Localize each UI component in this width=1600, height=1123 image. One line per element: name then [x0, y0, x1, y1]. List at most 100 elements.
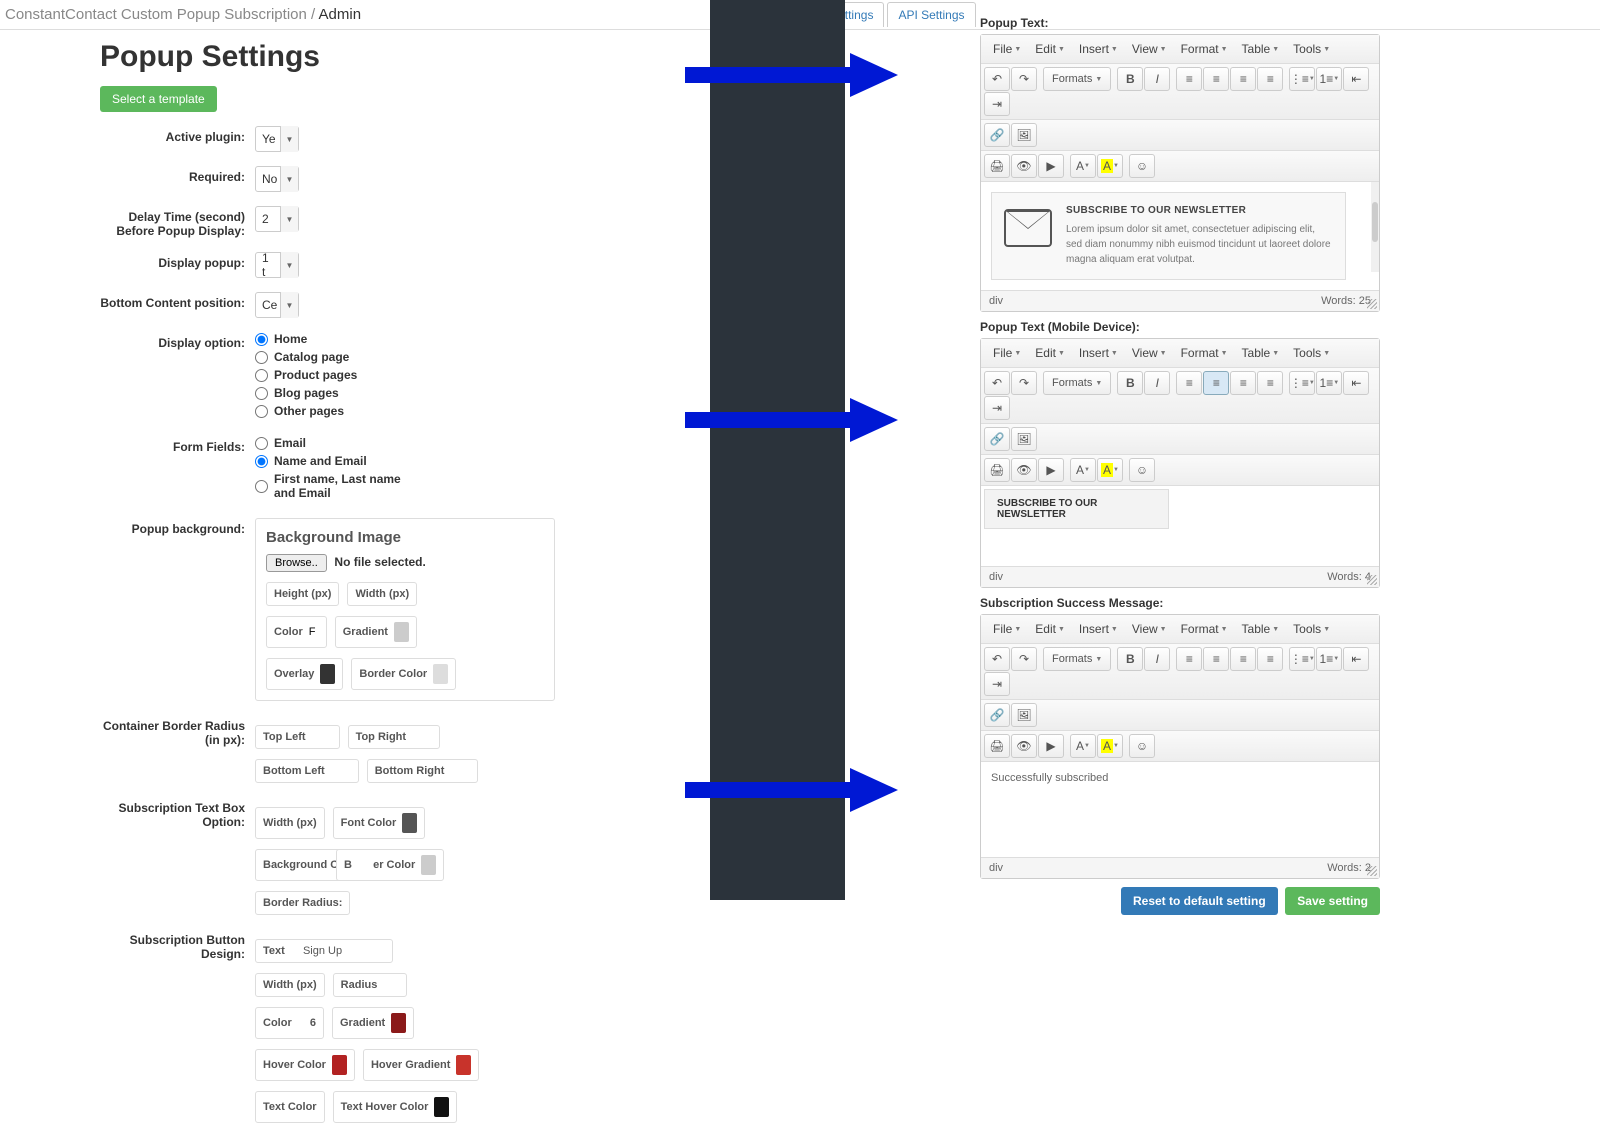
menu-file[interactable]: File▼ [987, 618, 1027, 640]
italic-icon[interactable]: I [1144, 67, 1170, 91]
image-icon[interactable]: 🖼 [1011, 427, 1037, 451]
menu-view[interactable]: View▼ [1126, 618, 1173, 640]
emoji-icon[interactable]: ☺ [1129, 154, 1155, 178]
input-br[interactable]: Bottom Right [367, 759, 479, 783]
bold-icon[interactable]: B [1117, 67, 1143, 91]
editor-body[interactable]: SUBSCRIBE TO OUR NEWSLETTER [981, 486, 1379, 566]
radio-name-email[interactable] [255, 455, 268, 468]
reset-button[interactable]: Reset to default setting [1121, 887, 1278, 915]
save-button[interactable]: Save setting [1285, 887, 1380, 915]
link-icon[interactable]: 🔗 [984, 703, 1010, 727]
formats-dropdown[interactable]: Formats ▼ [1043, 647, 1111, 671]
input-btn-color[interactable]: Color 6 [255, 1007, 324, 1039]
select-template-button[interactable]: Select a template [100, 86, 217, 112]
radio-product[interactable] [255, 369, 268, 382]
scrollbar[interactable] [1371, 182, 1379, 272]
menu-table[interactable]: Table▼ [1236, 618, 1286, 640]
undo-icon[interactable]: ↶ [984, 67, 1010, 91]
menu-edit[interactable]: Edit▼ [1029, 618, 1071, 640]
image-icon[interactable]: 🖼 [1011, 703, 1037, 727]
input-gradient[interactable]: Gradient [335, 616, 417, 648]
formats-dropdown[interactable]: Formats ▼ [1043, 371, 1111, 395]
input-btn-text[interactable]: Text Sign Up [255, 939, 393, 963]
align-left-icon[interactable]: ≡ [1176, 371, 1202, 395]
input-tr[interactable]: Top Right [348, 725, 441, 749]
align-center-icon[interactable]: ≡ [1203, 371, 1229, 395]
select-active-plugin[interactable]: Ye ▼ [255, 126, 299, 152]
bg-color-icon[interactable]: A▼ [1097, 734, 1123, 758]
media-icon[interactable]: ▶ [1038, 734, 1064, 758]
text-color-icon[interactable]: A▼ [1070, 734, 1096, 758]
editor-body[interactable]: Successfully subscribed [981, 762, 1379, 857]
input-border-color[interactable]: Border Color [351, 658, 456, 690]
input-tl[interactable]: Top Left [255, 725, 340, 749]
menu-table[interactable]: Table▼ [1236, 38, 1286, 60]
menu-tools[interactable]: Tools▼ [1287, 618, 1336, 640]
select-required[interactable]: No ▼ [255, 166, 299, 192]
tab-api-settings[interactable]: API Settings [887, 2, 975, 27]
resize-handle[interactable] [1367, 575, 1377, 585]
redo-icon[interactable]: ↷ [1011, 67, 1037, 91]
input-width[interactable]: Width (px) [347, 582, 417, 606]
link-icon[interactable]: 🔗 [984, 123, 1010, 147]
align-center-icon[interactable]: ≡ [1203, 647, 1229, 671]
indent-icon[interactable]: ⇥ [984, 672, 1010, 696]
media-icon[interactable]: ▶ [1038, 458, 1064, 482]
resize-handle[interactable] [1367, 299, 1377, 309]
preview-icon[interactable]: 👁 [1011, 734, 1037, 758]
select-bottom-pos[interactable]: Ce ▼ [255, 292, 299, 318]
bullet-list-icon[interactable]: ⋮≡▼ [1289, 647, 1315, 671]
image-icon[interactable]: 🖼 [1011, 123, 1037, 147]
align-right-icon[interactable]: ≡ [1230, 67, 1256, 91]
input-height[interactable]: Height (px) [266, 582, 339, 606]
redo-icon[interactable]: ↷ [1011, 371, 1037, 395]
print-icon[interactable]: 🖨 [984, 734, 1010, 758]
outdent-icon[interactable]: ⇤ [1343, 371, 1369, 395]
select-display-popup[interactable]: 1 t ▼ [255, 252, 299, 278]
input-color[interactable]: Color [266, 616, 327, 648]
align-right-icon[interactable]: ≡ [1230, 371, 1256, 395]
bullet-list-icon[interactable]: ⋮≡▼ [1289, 371, 1315, 395]
indent-icon[interactable]: ⇥ [984, 92, 1010, 116]
input-tb-border-color[interactable]: B er Color [336, 849, 444, 881]
number-list-icon[interactable]: 1≡▼ [1316, 371, 1342, 395]
menu-insert[interactable]: Insert▼ [1073, 342, 1124, 364]
input-hover-color[interactable]: Hover Color [255, 1049, 355, 1081]
bullet-list-icon[interactable]: ⋮≡▼ [1289, 67, 1315, 91]
input-btn-width[interactable]: Width (px) [255, 973, 325, 997]
menu-edit[interactable]: Edit▼ [1029, 38, 1071, 60]
align-justify-icon[interactable]: ≡ [1257, 67, 1283, 91]
align-justify-icon[interactable]: ≡ [1257, 371, 1283, 395]
menu-format[interactable]: Format▼ [1175, 38, 1234, 60]
preview-icon[interactable]: 👁 [1011, 458, 1037, 482]
formats-dropdown[interactable]: Formats ▼ [1043, 67, 1111, 91]
outdent-icon[interactable]: ⇤ [1343, 67, 1369, 91]
preview-icon[interactable]: 👁 [1011, 154, 1037, 178]
input-text-hover-color[interactable]: Text Hover Color [333, 1091, 458, 1123]
redo-icon[interactable]: ↷ [1011, 647, 1037, 671]
align-right-icon[interactable]: ≡ [1230, 647, 1256, 671]
radio-catalog[interactable] [255, 351, 268, 364]
radio-blog[interactable] [255, 387, 268, 400]
link-icon[interactable]: 🔗 [984, 427, 1010, 451]
input-bl[interactable]: Bottom Left [255, 759, 359, 783]
align-left-icon[interactable]: ≡ [1176, 647, 1202, 671]
italic-icon[interactable]: I [1144, 371, 1170, 395]
menu-file[interactable]: File▼ [987, 38, 1027, 60]
color-value[interactable] [309, 626, 319, 638]
text-color-icon[interactable]: A▼ [1070, 458, 1096, 482]
input-btn-gradient[interactable]: Gradient [332, 1007, 414, 1039]
input-text-color[interactable]: Text Color [255, 1091, 325, 1123]
menu-format[interactable]: Format▼ [1175, 618, 1234, 640]
bold-icon[interactable]: B [1117, 647, 1143, 671]
number-list-icon[interactable]: 1≡▼ [1316, 647, 1342, 671]
emoji-icon[interactable]: ☺ [1129, 458, 1155, 482]
undo-icon[interactable]: ↶ [984, 647, 1010, 671]
input-tb-width[interactable]: Width (px) [255, 807, 325, 839]
input-overlay[interactable]: Overlay [266, 658, 343, 690]
outdent-icon[interactable]: ⇤ [1343, 647, 1369, 671]
input-font-color[interactable]: Font Color [333, 807, 426, 839]
media-icon[interactable]: ▶ [1038, 154, 1064, 178]
number-list-icon[interactable]: 1≡▼ [1316, 67, 1342, 91]
bold-icon[interactable]: B [1117, 371, 1143, 395]
